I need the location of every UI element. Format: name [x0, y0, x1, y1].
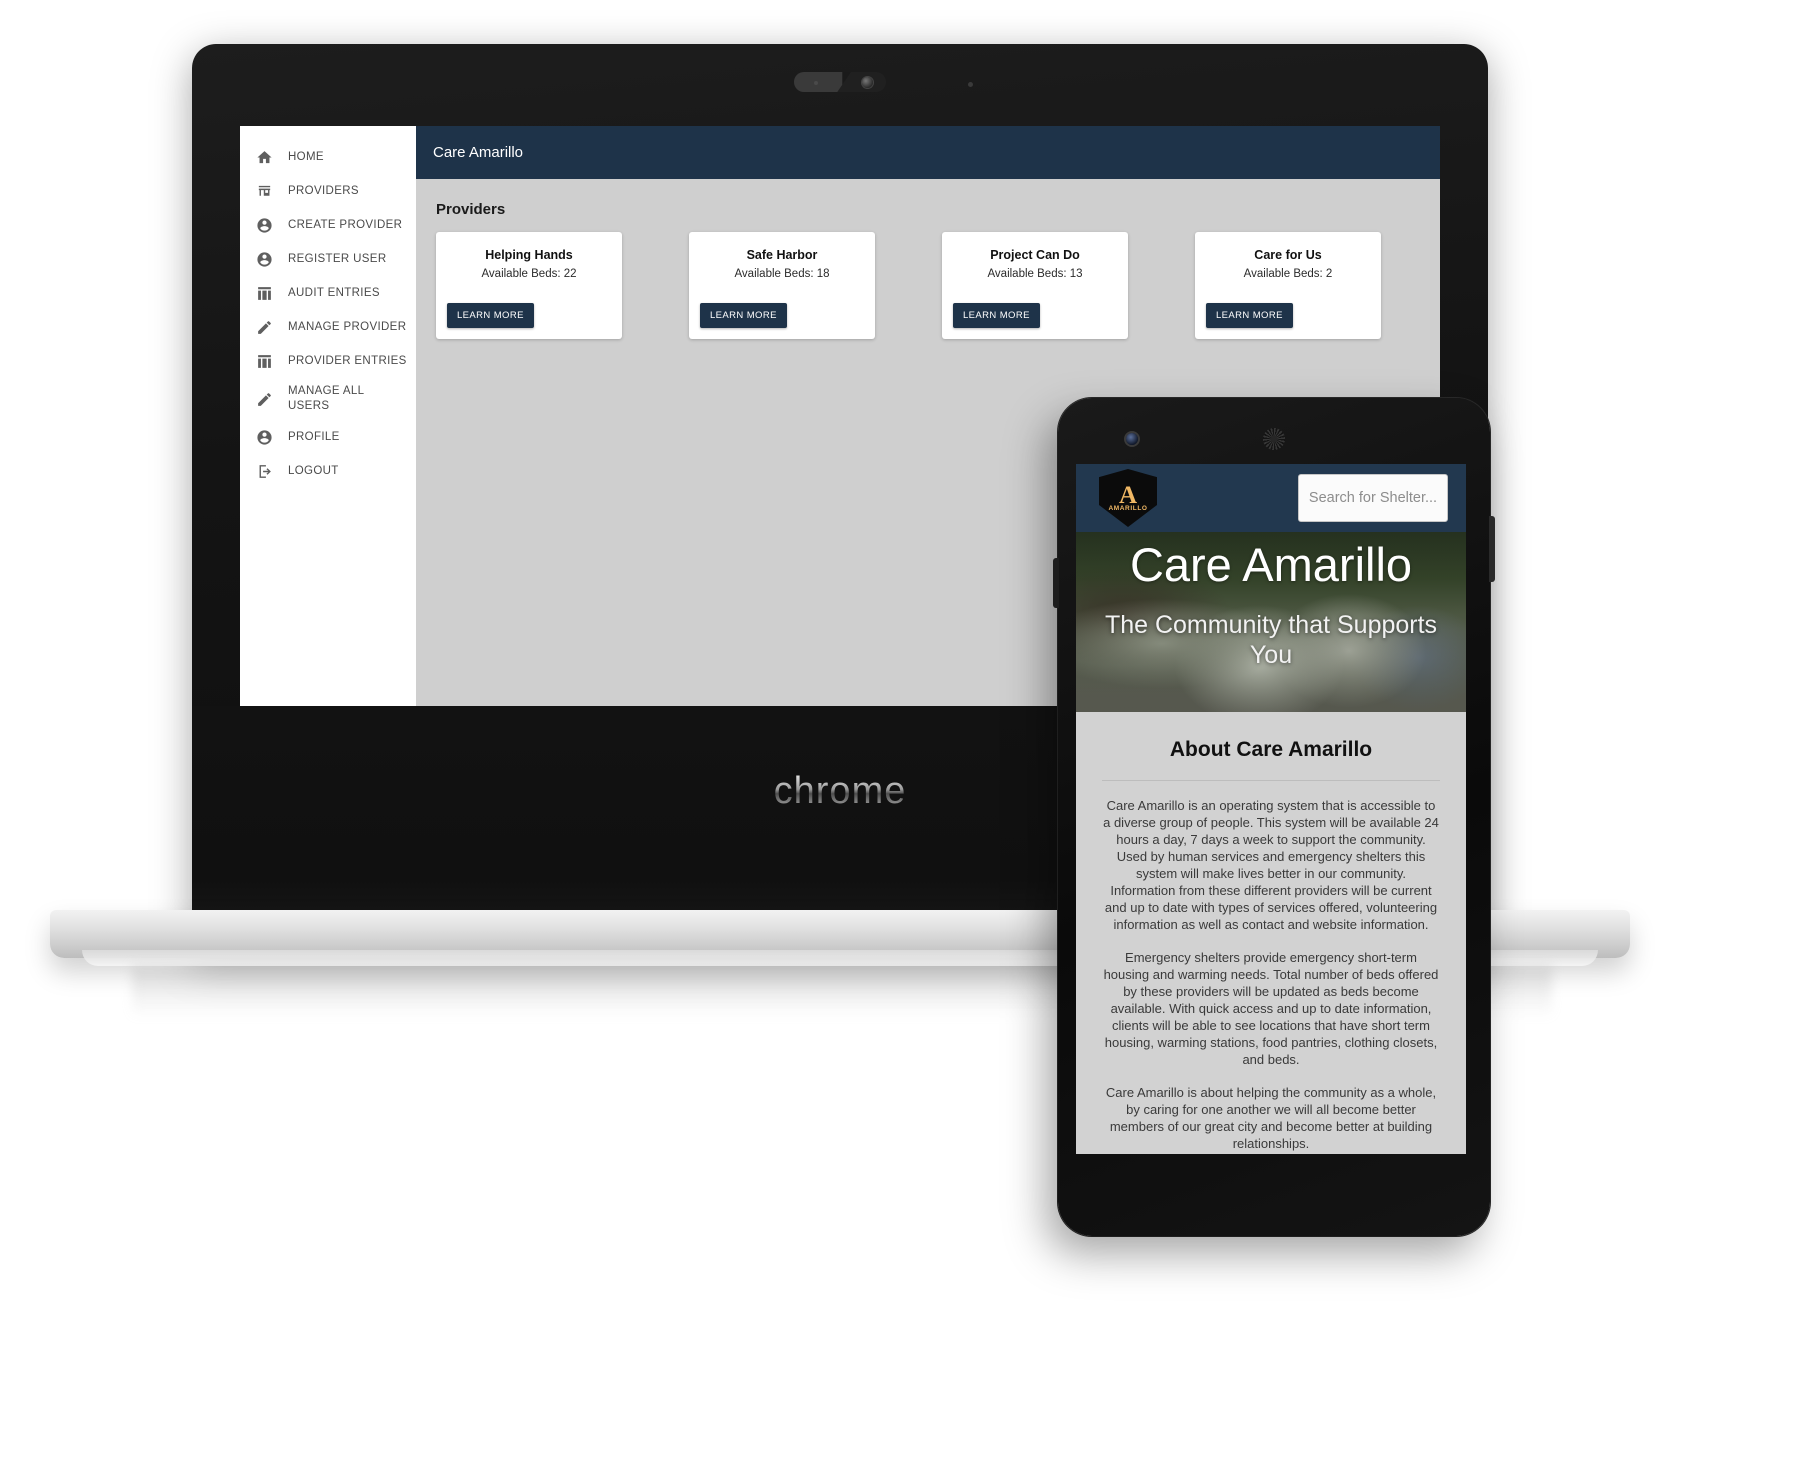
front-camera-icon — [1126, 433, 1138, 445]
sidebar-item-label: MANAGE ALL USERS — [288, 385, 364, 412]
sidebar-item-label: PROVIDER ENTRIES — [288, 354, 407, 367]
provider-card[interactable]: Helping Hands Available Beds: 22 LEARN M… — [436, 232, 622, 339]
provider-name: Project Can Do — [990, 248, 1080, 262]
learn-more-button[interactable]: LEARN MORE — [953, 303, 1040, 328]
webcam-lens-icon — [862, 77, 873, 88]
chrome-brand-label: chrome — [773, 770, 907, 812]
account-circle-icon — [240, 251, 288, 268]
about-heading: About Care Amarillo — [1169, 738, 1373, 761]
hero-banner: Care Amarillo The Community that Support… — [1076, 532, 1466, 712]
sidebar-item-label: MANAGE PROVIDER — [288, 320, 407, 333]
available-beds: Available Beds: 22 — [481, 268, 577, 280]
sidebar-item-label: REGISTER USER — [288, 252, 387, 265]
provider-card[interactable]: Care for Us Available Beds: 2 LEARN MORE — [1195, 232, 1381, 339]
sidebar-item-label: LOGOUT — [288, 464, 339, 477]
sidebar-item-profile[interactable]: PROFILE — [240, 420, 416, 454]
about-paragraph: Emergency shelters provide emergency sho… — [1103, 950, 1439, 1067]
sidebar-nav: HOME PROVIDERS CREATE PROVIDER REGISTER … — [240, 126, 416, 706]
about-section: About Care Amarillo Care Amarillo is an … — [1076, 712, 1466, 1154]
account-circle-icon — [240, 217, 288, 234]
sidebar-item-audit-entries[interactable]: AUDIT ENTRIES — [240, 276, 416, 310]
sidebar-item-label: PROFILE — [288, 430, 340, 443]
sidebar-item-label: HOME — [288, 150, 324, 163]
learn-more-button[interactable]: LEARN MORE — [447, 303, 534, 328]
webcam-indicator-icon — [814, 81, 818, 85]
table-icon — [240, 285, 288, 302]
phone-screen: A AMARILLO Search for Shelter... Care Am… — [1076, 464, 1466, 1154]
mobile-navbar: A AMARILLO Search for Shelter... — [1076, 464, 1466, 532]
phone-device: A AMARILLO Search for Shelter... Care Am… — [1053, 398, 1495, 1236]
provider-card[interactable]: Project Can Do Available Beds: 13 LEARN … — [942, 232, 1128, 339]
divider — [1102, 780, 1440, 781]
search-input[interactable]: Search for Shelter... — [1298, 474, 1448, 522]
provider-name: Safe Harbor — [746, 248, 818, 262]
about-paragraph: Care Amarillo is about helping the commu… — [1105, 1085, 1437, 1151]
sidebar-item-label: CREATE PROVIDER — [288, 218, 403, 231]
logo-wordmark: AMARILLO — [1108, 505, 1148, 512]
provider-card[interactable]: Safe Harbor Available Beds: 18 LEARN MOR… — [689, 232, 875, 339]
earpiece-speaker-icon — [1263, 428, 1285, 450]
phone-volume-button[interactable] — [1053, 558, 1059, 608]
pencil-icon — [240, 391, 288, 408]
sidebar-item-register-user[interactable]: REGISTER USER — [240, 242, 416, 276]
account-circle-icon — [240, 429, 288, 446]
screenshot-stage: HOME PROVIDERS CREATE PROVIDER REGISTER … — [0, 0, 1812, 1470]
sidebar-item-create-provider[interactable]: CREATE PROVIDER — [240, 208, 416, 242]
sidebar-item-manage-provider[interactable]: MANAGE PROVIDER — [240, 310, 416, 344]
provider-name: Care for Us — [1254, 248, 1322, 262]
available-beds: Available Beds: 18 — [734, 268, 830, 280]
sidebar-item-label: AUDIT ENTRIES — [288, 286, 380, 299]
page-title: Providers — [436, 201, 506, 218]
available-beds: Available Beds: 13 — [987, 268, 1083, 280]
sidebar-item-manage-all-users[interactable]: MANAGE ALL USERS — [240, 378, 416, 420]
available-beds: Available Beds: 2 — [1243, 268, 1333, 280]
logout-icon — [240, 463, 288, 480]
table-icon — [240, 353, 288, 370]
home-icon — [240, 149, 288, 166]
learn-more-button[interactable]: LEARN MORE — [1206, 303, 1293, 328]
sidebar-item-label: PROVIDERS — [288, 184, 359, 197]
sidebar-item-providers[interactable]: PROVIDERS — [240, 174, 416, 208]
hero-subtitle: The Community that Supports You — [1104, 611, 1438, 669]
sidebar-item-logout[interactable]: LOGOUT — [240, 454, 416, 488]
provider-cards-row: Helping Hands Available Beds: 22 LEARN M… — [436, 232, 1440, 339]
about-paragraph: Care Amarillo is an operating system tha… — [1103, 798, 1439, 932]
hero-title: Care Amarillo — [1129, 538, 1413, 591]
store-icon — [240, 183, 288, 200]
app-topbar: Care Amarillo — [416, 126, 1440, 179]
microphone-icon — [968, 82, 973, 87]
amarillo-shield-logo[interactable]: A AMARILLO — [1094, 467, 1162, 529]
sidebar-item-provider-entries[interactable]: PROVIDER ENTRIES — [240, 344, 416, 378]
app-title: Care Amarillo — [433, 144, 524, 161]
pencil-icon — [240, 319, 288, 336]
provider-name: Helping Hands — [485, 248, 573, 262]
learn-more-button[interactable]: LEARN MORE — [700, 303, 787, 328]
laptop-top-bezel — [192, 44, 1488, 126]
phone-power-button[interactable] — [1489, 516, 1495, 582]
sidebar-item-home[interactable]: HOME — [240, 140, 416, 174]
